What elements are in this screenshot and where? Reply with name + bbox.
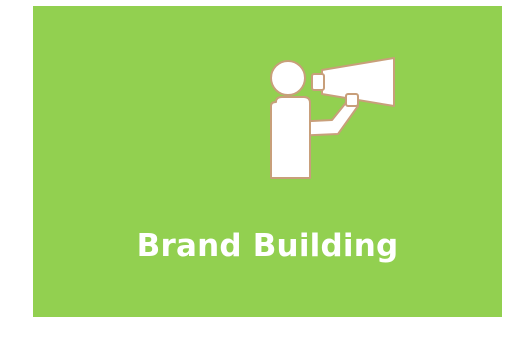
- megaphone-person-icon: [270, 57, 395, 179]
- card-title: Brand Building: [136, 228, 399, 264]
